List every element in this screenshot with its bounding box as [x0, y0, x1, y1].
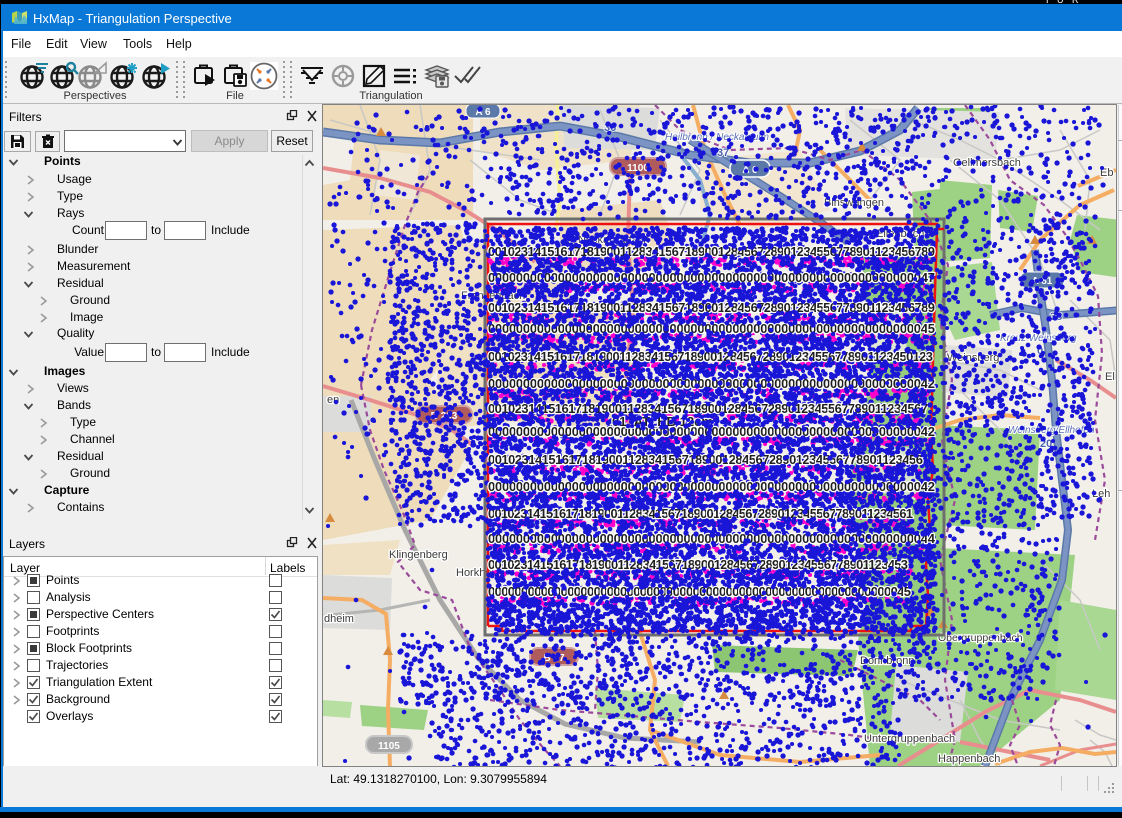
svg-text:37: 37: [717, 147, 729, 159]
svg-text:1105: 1105: [378, 741, 400, 752]
svg-text:Untergruppenbach: Untergruppenbach: [864, 733, 955, 745]
svg-text:Klingenberg: Klingenberg: [389, 549, 448, 561]
svg-text:en: en: [327, 394, 339, 406]
svg-text:El: El: [1105, 371, 1115, 383]
svg-text:dheim: dheim: [324, 613, 354, 625]
svg-text:Happenbach: Happenbach: [938, 753, 1000, 765]
svg-text:Gellmersbach: Gellmersbach: [953, 157, 1021, 169]
